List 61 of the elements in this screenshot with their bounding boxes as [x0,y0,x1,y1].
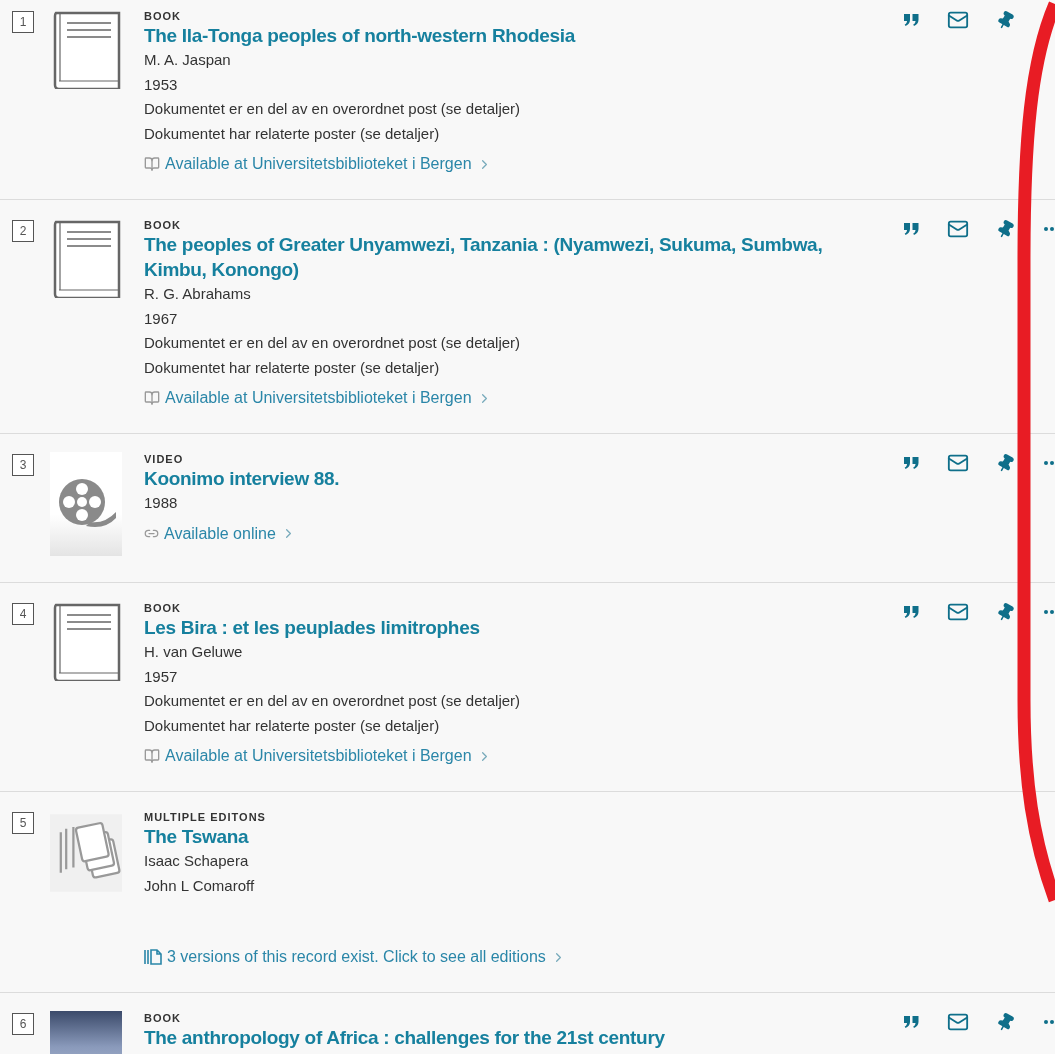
book-icon [51,218,121,298]
record-title[interactable]: The Ila-Tonga peoples of north-western Rhodesia [144,23,844,48]
email-button[interactable] [947,9,969,31]
email-button[interactable] [947,452,969,474]
record-detail: M. A. Jaspan [144,50,232,70]
mail-icon [947,218,969,240]
result-number: 1 [12,11,34,33]
record-detail: Dokumentet er en del av en overordnet post (se detaljer) [144,691,522,711]
editions-icon [144,949,162,965]
open-book-icon [144,390,160,406]
availability-link[interactable]: Available at Universitetsbiblioteket i Bergen [144,747,492,765]
record-detail: Dokumentet har relaterte poster (se detaljer) [144,715,441,736]
record-type: VIDEO [144,452,185,466]
result-number: 2 [12,220,34,242]
record-detail: 1967 [144,308,179,329]
email-button[interactable] [947,1011,969,1033]
result-number: 5 [12,812,34,834]
record-type: BOOK [144,1011,182,1025]
mail-icon [947,601,969,623]
record-detail: 1953 [144,74,179,95]
email-button[interactable] [947,601,969,623]
record-detail: H. van Geluwe [144,642,244,662]
record-title[interactable]: Les Bira : et les peuplades limitrophes [144,615,844,640]
availability-link[interactable]: Available online [144,524,296,543]
open-book-icon [144,748,160,764]
record-type: BOOK [144,601,182,615]
availability-link[interactable]: Available at Universitetsbiblioteket i Bergen [144,389,492,407]
result-number: 3 [12,454,34,476]
record-detail: Dokumentet er en del av en overordnet post (se detaljer) [144,99,522,119]
record-title[interactable]: The anthropology of Africa : challenges for the 21st century [144,1025,844,1050]
record-detail: Dokumentet har relaterte poster (se detaljer) [144,357,441,378]
record-detail: Isaac Schapera [144,851,250,871]
record-detail: 1957 [144,666,179,687]
record-type: MULTIPLE EDITONS [144,810,267,824]
record-title[interactable]: The peoples of Greater Unyamwezi, Tanzania : (Nyamwezi, Sukuma, Sumbwa, Kimbu, Konongo) [144,232,844,282]
mail-icon [947,1011,969,1033]
record-title[interactable]: The Tswana [144,824,844,849]
record-detail: R. G. Abrahams [144,284,252,304]
email-button[interactable] [947,218,969,240]
book-icon [51,601,121,681]
quote-icon [903,1016,919,1028]
availability-link[interactable]: Available at Universitetsbiblioteket i Bergen [144,155,492,173]
availability-link[interactable]: 3 versions of this record exist. Click to see all editions [144,948,566,966]
result-number: 4 [12,603,34,625]
quote-icon [903,223,919,235]
record-detail: Dokumentet er en del av en overordnet post (se detaljer) [144,333,522,353]
record-detail: John L Comaroff [144,875,256,896]
record-type: BOOK [144,9,182,23]
record-type: BOOK [144,218,182,232]
open-book-icon [144,156,160,172]
mail-icon [947,452,969,474]
book-icon [51,9,121,89]
record-title[interactable]: Koonimo interview 88. [144,466,844,491]
quote-icon [903,457,919,469]
quote-icon [903,14,919,26]
result-number: 6 [12,1013,34,1035]
mail-icon [947,9,969,31]
quote-icon [903,606,919,618]
record-detail: 1988 [144,493,179,513]
film-reel-icon [50,452,122,556]
record-detail: Dokumentet har relaterte poster (se detaljer) [144,123,441,144]
